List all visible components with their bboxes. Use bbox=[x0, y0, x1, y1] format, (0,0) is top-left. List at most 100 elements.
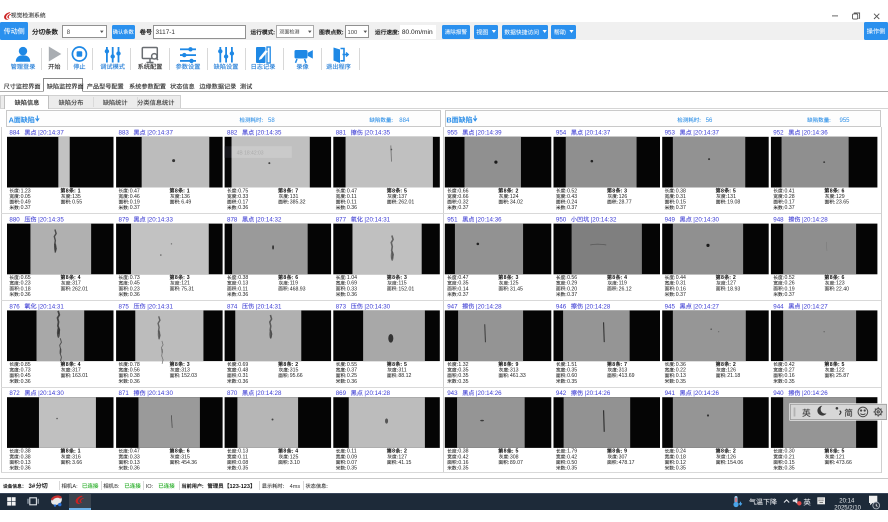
svg-text:8: 8 bbox=[283, 275, 286, 281]
svg-text:0.14: 0.14 bbox=[458, 286, 468, 292]
svg-text:0.31: 0.31 bbox=[676, 281, 686, 287]
svg-text:953: 953 bbox=[665, 130, 676, 137]
svg-text:0.69: 0.69 bbox=[238, 362, 248, 368]
svg-text:0.52: 0.52 bbox=[785, 275, 795, 281]
svg-text:5: 5 bbox=[404, 362, 407, 368]
svg-text:154.06: 154.06 bbox=[727, 460, 743, 466]
svg-text:0.36: 0.36 bbox=[21, 292, 31, 298]
svg-text:|20:14:37: |20:14:37 bbox=[693, 130, 719, 137]
svg-text:0.35: 0.35 bbox=[676, 379, 686, 385]
svg-text:876: 876 bbox=[9, 303, 20, 310]
svg-text:313: 313 bbox=[181, 368, 190, 374]
svg-text:|20:14:26: |20:14:26 bbox=[476, 390, 502, 397]
svg-text:8: 8 bbox=[283, 449, 286, 455]
svg-text:3: 3 bbox=[515, 275, 518, 281]
svg-text:875: 875 bbox=[119, 303, 130, 310]
svg-text:8: 8 bbox=[721, 362, 724, 368]
svg-text:873: 873 bbox=[336, 303, 347, 310]
svg-text:|20:14:36: |20:14:36 bbox=[802, 130, 828, 137]
svg-text:262.01: 262.01 bbox=[398, 200, 414, 206]
svg-text:5: 5 bbox=[842, 362, 845, 368]
svg-text:8: 8 bbox=[504, 449, 507, 455]
svg-text:872: 872 bbox=[9, 390, 20, 397]
svg-text:942: 942 bbox=[556, 390, 567, 397]
svg-text:6: 6 bbox=[295, 275, 298, 281]
svg-text:0.13: 0.13 bbox=[238, 281, 248, 287]
svg-text:0.38: 0.38 bbox=[21, 449, 31, 455]
svg-text:0.32: 0.32 bbox=[458, 200, 468, 206]
svg-text:1.51: 1.51 bbox=[567, 362, 577, 368]
svg-text:8: 8 bbox=[721, 188, 724, 194]
svg-text:136: 136 bbox=[181, 194, 190, 200]
svg-text:946: 946 bbox=[556, 303, 567, 310]
svg-text:9: 9 bbox=[624, 449, 627, 455]
svg-text:943: 943 bbox=[447, 390, 458, 397]
svg-text:|20:14:30: |20:14:30 bbox=[364, 303, 390, 310]
svg-text:0.24: 0.24 bbox=[676, 449, 686, 455]
svg-text:|20:14:31: |20:14:31 bbox=[364, 217, 390, 224]
svg-text:0.11: 0.11 bbox=[238, 286, 248, 292]
svg-text:0.73: 0.73 bbox=[21, 368, 31, 374]
svg-text:8: 8 bbox=[283, 362, 286, 368]
svg-text:0.35: 0.35 bbox=[785, 466, 795, 472]
svg-text:6: 6 bbox=[187, 449, 190, 455]
svg-text:8: 8 bbox=[721, 275, 724, 281]
svg-text:0.33: 0.33 bbox=[347, 286, 357, 292]
svg-text:5: 5 bbox=[733, 188, 736, 194]
svg-text:869: 869 bbox=[336, 390, 347, 397]
svg-text:8: 8 bbox=[175, 449, 178, 455]
svg-text:0.42: 0.42 bbox=[458, 454, 468, 460]
svg-text:874: 874 bbox=[227, 303, 238, 310]
svg-text:137: 137 bbox=[398, 194, 407, 200]
svg-text:3.10: 3.10 bbox=[290, 460, 300, 466]
svg-text:|20:14:36: |20:14:36 bbox=[476, 217, 502, 224]
svg-text:|20:14:26: |20:14:26 bbox=[585, 390, 611, 397]
svg-text:315: 315 bbox=[181, 454, 190, 460]
svg-text:B:: B: bbox=[114, 484, 120, 490]
svg-text:0.35: 0.35 bbox=[458, 368, 468, 374]
svg-text:8: 8 bbox=[283, 188, 286, 194]
svg-text:877: 877 bbox=[336, 217, 347, 224]
svg-text:0.16: 0.16 bbox=[458, 460, 468, 466]
svg-text:0.35: 0.35 bbox=[567, 368, 577, 374]
svg-text:121: 121 bbox=[836, 454, 845, 460]
svg-text:41.15: 41.15 bbox=[398, 460, 411, 466]
svg-text:949: 949 bbox=[665, 217, 676, 224]
svg-text:8: 8 bbox=[392, 188, 395, 194]
svg-text:|20:14:37: |20:14:37 bbox=[38, 130, 64, 137]
svg-text:0.85: 0.85 bbox=[21, 362, 31, 368]
svg-text:0.29: 0.29 bbox=[567, 281, 577, 287]
svg-text:0.36: 0.36 bbox=[347, 205, 357, 211]
svg-text:0.11: 0.11 bbox=[347, 194, 357, 200]
svg-text:|20:14:28: |20:14:28 bbox=[364, 390, 390, 397]
svg-text:8: 8 bbox=[830, 275, 833, 281]
svg-text:119: 119 bbox=[290, 281, 298, 287]
svg-text:8: 8 bbox=[66, 188, 69, 194]
svg-text:8: 8 bbox=[830, 188, 833, 194]
svg-text:163.01: 163.01 bbox=[72, 373, 88, 379]
svg-text:0.45: 0.45 bbox=[130, 281, 140, 287]
svg-text:19.08: 19.08 bbox=[727, 200, 740, 206]
svg-text:0.37: 0.37 bbox=[130, 205, 140, 211]
svg-text:945: 945 bbox=[665, 303, 676, 310]
svg-text:5: 5 bbox=[404, 188, 407, 194]
svg-text:0.37: 0.37 bbox=[785, 205, 795, 211]
svg-text:34.02: 34.02 bbox=[510, 200, 523, 206]
svg-text:0.75: 0.75 bbox=[238, 188, 248, 194]
svg-text:0.37: 0.37 bbox=[676, 292, 686, 298]
svg-text:0.17: 0.17 bbox=[785, 200, 795, 206]
svg-text:2: 2 bbox=[733, 275, 736, 281]
svg-text:126: 126 bbox=[727, 454, 736, 460]
svg-text:8: 8 bbox=[830, 362, 833, 368]
svg-text:2: 2 bbox=[733, 449, 736, 455]
svg-text:8: 8 bbox=[175, 188, 178, 194]
svg-text:131: 131 bbox=[290, 194, 299, 200]
svg-text:0.45: 0.45 bbox=[21, 373, 31, 379]
svg-text:8: 8 bbox=[392, 362, 395, 368]
svg-text:0.38: 0.38 bbox=[458, 449, 468, 455]
svg-text:882: 882 bbox=[227, 130, 238, 137]
svg-text:0.12: 0.12 bbox=[676, 460, 686, 466]
svg-text:5: 5 bbox=[515, 449, 518, 455]
svg-text:0.13: 0.13 bbox=[21, 460, 31, 466]
svg-text:121: 121 bbox=[181, 281, 190, 287]
